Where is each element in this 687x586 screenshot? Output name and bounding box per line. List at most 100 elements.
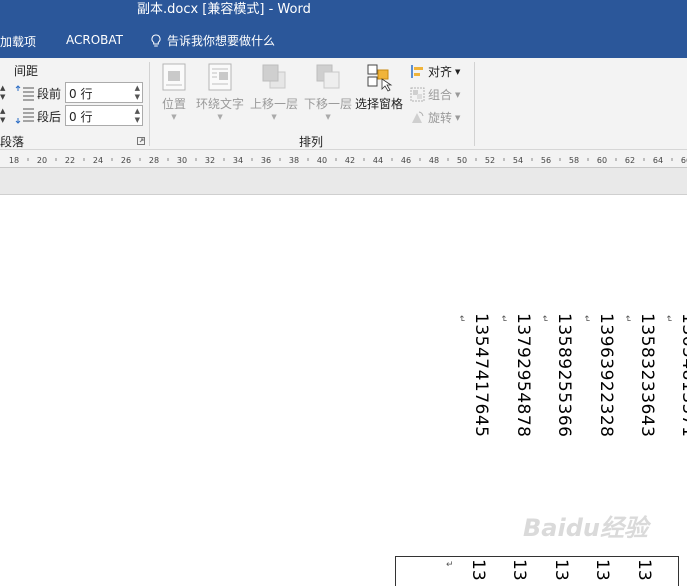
tell-me-search[interactable]: 告诉我你想要做什么 [150,32,275,49]
rotate-icon [412,111,424,123]
phone-number-text[interactable]: 13583233643 ↵ [617,313,657,437]
ruler-ticks: 18 20 22 24 26 28 30 32 34 36 38 40 42 44 46 48 50 52 54 56… [9,156,687,165]
paragraph-mark: ↵ [498,315,508,324]
align-button[interactable]: 对齐 ▼ [410,63,460,80]
spacing-after-stepper[interactable]: ▲ ▼ [135,107,140,125]
group-button[interactable]: 组合 ▼ [410,86,460,103]
ruler-tick-label: 58 [569,156,579,165]
ruler-tick-label: 30 [177,156,187,165]
phone-number-text[interactable]: 13792954878 ↵ [493,313,533,437]
ruler-tick-label: 28 [149,156,159,165]
spacing-after-row: ▲ ▼ 段后 0 行 ▲ ▼ [0,105,150,127]
title-bar: 副本.docx [兼容模式] - Word [0,0,687,27]
selection-pane-label: 选择窗格 [355,97,404,111]
ribbon: 间距 ▲ ▼ 段前 0 行 ▲ ▼ ▲ ▼ 段后 0 行 ▲ ▼ 段落 位置 ▼… [0,58,687,150]
table-cell[interactable]: 13 [551,559,571,581]
spacing-after-label: 段后 [37,110,62,124]
paragraph-mark: ↵ [622,315,632,324]
bring-forward-button[interactable]: 上移一层 ▼ [250,62,298,121]
phone-number-text[interactable]: 13963922328 ↵ [576,313,616,437]
phone-number-value: 13589255366 [554,313,574,438]
wrap-text-icon [208,63,232,91]
chevron-down-icon: ▼ [217,113,223,121]
phone-number-value: 13583233643 [637,313,657,438]
ruler-tick-label: 22 [65,156,75,165]
ruler-tick-label: 52 [485,156,495,165]
align-label: 对齐 [428,65,453,79]
baidu-watermark: Baidu经验 [523,514,648,542]
rotate-button[interactable]: 旋转 ▼ [410,109,460,126]
page-gap-area [0,168,687,195]
ruler-tick-label: 20 [37,156,47,165]
horizontal-ruler[interactable]: 18 20 22 24 26 28 30 32 34 36 38 40 42 44 46 48 50 52 54 56… [0,150,687,168]
ruler-tick-label: 54 [513,156,523,165]
phone-number-text[interactable]: 13589255366 ↵ [534,313,574,437]
align-icon [411,65,423,78]
document-page[interactable]: 13547417645 ↵ 13792954878 ↵ 13589255366 ↵ 1… [0,195,687,586]
chevron-down-icon: ▼ [455,90,461,99]
ruler-tick-label: 50 [457,156,467,165]
window-title: 副本.docx [兼容模式] - Word [137,2,311,17]
ruler-tick-label: 36 [261,156,271,165]
send-backward-icon [316,64,340,89]
phone-number-value: 13792954878 [513,313,533,438]
table-cell[interactable]: 13 [468,559,488,581]
spacing-before-icon [15,85,34,101]
spacing-after-icon [15,108,34,124]
phone-number-value: 13654813571 [678,313,687,438]
spin-arrows-left[interactable]: ▲ ▼ [0,84,10,102]
ruler-tick-label: 26 [121,156,131,165]
spacing-title: 间距 [14,64,39,78]
paragraph-mark: ↵ [539,315,549,324]
selection-pane-button[interactable]: 选择窗格 [355,62,403,112]
table-cell[interactable]: 13 [634,559,654,581]
table-cell[interactable]: 13 [509,559,529,581]
bring-forward-label: 上移一层 [250,97,299,111]
spacing-after-input[interactable]: 0 行 ▲ ▼ [65,105,143,126]
spacing-before-row: ▲ ▼ 段前 0 行 ▲ ▼ [0,82,150,104]
phone-number-value: 13963922328 [596,313,616,438]
tell-me-text: 告诉我你想要做什么 [167,34,276,48]
send-backward-label: 下移一层 [304,97,353,111]
lightbulb-icon [151,33,161,46]
phone-number-text[interactable]: 13654813571 ↵ [658,313,687,437]
phone-number-text[interactable]: 13547417645 ↵ [451,313,491,437]
ruler-tick-label: 34 [233,156,243,165]
ruler-tick-label: 56 [541,156,551,165]
send-backward-button[interactable]: 下移一层 ▼ [304,62,352,121]
ruler-tick-label: 48 [429,156,439,165]
ruler-tick-label: 60 [597,156,607,165]
phone-number-value: 13547417645 [471,313,491,438]
dialog-launcher-icon[interactable] [137,137,145,145]
chevron-down-icon: ▼ [325,113,331,121]
position-label: 位置 [161,97,186,111]
arrange-group-label: 排列 [299,135,324,149]
ribbon-tab-bar: 加载项 ACROBAT 告诉我你想要做什么 [0,27,687,58]
chevron-down-icon: ▼ [455,67,461,76]
table-paragraph-mark: ↵ [446,560,454,570]
spacing-before-stepper[interactable]: ▲ ▼ [135,84,140,102]
spin-arrows-left-2[interactable]: ▲ ▼ [0,107,10,125]
spacing-before-label: 段前 [37,87,62,101]
position-icon [162,63,186,91]
ruler-tick-label: 24 [93,156,103,165]
chevron-down-icon: ▼ [271,113,277,121]
document-table[interactable]: ↵ 13 13 13 13 13 [395,556,679,586]
group-icon [410,87,425,102]
ruler-tick-label: 32 [205,156,215,165]
ruler-tick-label: 44 [373,156,383,165]
tab-acrobat[interactable]: ACROBAT [66,33,123,47]
tab-addins[interactable]: 加载项 [0,33,36,50]
ruler-tick-label: 46 [401,156,411,165]
position-button[interactable]: 位置 ▼ [160,62,188,121]
ruler-tick-label: 66 [681,156,687,165]
ruler-tick-label: 38 [289,156,299,165]
chevron-down-icon: ▼ [171,113,177,121]
table-cell[interactable]: 13 [592,559,612,581]
ruler-tick-label: 62 [625,156,635,165]
spacing-before-input[interactable]: 0 行 ▲ ▼ [65,82,143,103]
ruler-tick-label: 42 [345,156,355,165]
wrap-text-label: 环绕文字 [196,97,245,111]
ruler-tick-label: 64 [653,156,663,165]
wrap-text-button[interactable]: 环绕文字 ▼ [196,62,244,121]
